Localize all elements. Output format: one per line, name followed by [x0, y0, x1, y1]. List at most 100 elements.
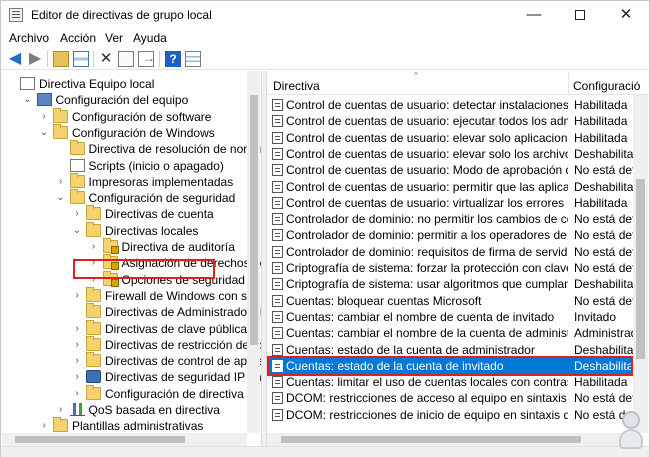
- table-row[interactable]: Control de cuentas de usuario: elevar so…: [267, 130, 635, 146]
- delete-icon[interactable]: ✕: [98, 51, 114, 67]
- policy-setting-icon: [272, 408, 283, 421]
- list-horizontal-thumb[interactable]: [281, 436, 581, 443]
- table-row[interactable]: Control de cuentas de usuario: virtualiz…: [267, 195, 635, 211]
- table-row[interactable]: Cuentas: limitar el uso de cuentas local…: [267, 374, 635, 390]
- policy-name: Control de cuentas de usuario: ejecutar …: [286, 114, 568, 129]
- tree-item-label: Directivas de Administrador de list: [105, 305, 261, 320]
- table-row[interactable]: DCOM: restricciones de inicio de equipo …: [267, 407, 636, 423]
- table-row[interactable]: Control de cuentas de usuario: detectar …: [267, 97, 635, 113]
- expand-chevron-icon[interactable]: ›: [39, 109, 49, 125]
- collapse-chevron-icon[interactable]: ⌄: [39, 125, 49, 141]
- table-row[interactable]: Cuentas: cambiar el nombre de cuenta de …: [267, 309, 635, 325]
- expand-chevron-icon[interactable]: ›: [72, 353, 82, 369]
- tree-item[interactable]: › Plantillas administrativas: [2, 417, 247, 433]
- policy-setting-icon: [272, 310, 283, 323]
- expand-chevron-icon[interactable]: ›: [89, 239, 99, 255]
- policy-setting-icon: [272, 245, 283, 258]
- collapse-chevron-icon[interactable]: ⌄: [56, 190, 66, 206]
- expand-chevron-icon[interactable]: ›: [72, 369, 82, 385]
- title-bar[interactable]: Editor de directivas de grupo local — ✕: [1, 1, 649, 30]
- menu-archivo[interactable]: Archivo: [9, 31, 49, 45]
- tree-item[interactable]: › Directivas de clave pública: [2, 319, 247, 337]
- table-row[interactable]: Cuentas: bloquear cuentas Microsoft No es…: [267, 293, 636, 309]
- table-row[interactable]: DCOM: restricciones de acceso al equipo …: [267, 390, 636, 406]
- back-icon[interactable]: ◀: [7, 51, 23, 67]
- maximize-button[interactable]: [557, 1, 603, 30]
- tree-item[interactable]: › Configuración de directiva de audi: [2, 384, 261, 402]
- expand-chevron-icon[interactable]: ›: [72, 386, 82, 402]
- table-row[interactable]: Control de cuentas de usuario: Modo de a…: [267, 162, 636, 178]
- up-folder-icon[interactable]: [53, 51, 69, 67]
- policy-name: Criptografía de sistema: usar algoritmos…: [286, 277, 568, 292]
- policy-setting-icon: [272, 392, 283, 405]
- tree-item[interactable]: › Directivas de control de aplicacion: [2, 352, 261, 369]
- tree-item[interactable]: Scripts (inicio o apagado): [2, 158, 247, 174]
- tree-item[interactable]: › Impresoras implementadas: [2, 172, 247, 190]
- sort-caret-icon: ^: [414, 71, 418, 80]
- expand-chevron-icon[interactable]: ›: [72, 321, 82, 337]
- tree-item[interactable]: › QoS basada en directiva: [2, 402, 247, 418]
- tree-item[interactable]: › Directivas de restricción de softwa: [2, 335, 261, 353]
- help-icon[interactable]: ?: [165, 51, 181, 67]
- expand-chevron-icon[interactable]: ›: [72, 288, 82, 304]
- column-header-directiva[interactable]: Directiva: [273, 79, 320, 93]
- close-button[interactable]: ✕: [603, 1, 649, 30]
- folder-icon: [86, 286, 101, 302]
- policy-setting-value: Habilitada: [574, 98, 628, 112]
- tree-item[interactable]: › Directivas de seguridad IP en Equip: [2, 369, 261, 385]
- chart-icon: [69, 403, 85, 416]
- tree-item[interactable]: Directiva de resolución de nombres: [2, 140, 261, 157]
- list-scrollbar-thumb[interactable]: [636, 179, 645, 359]
- table-row[interactable]: Cuentas: cambiar el nombre de la cuenta …: [267, 325, 636, 341]
- menu-ver[interactable]: Ver: [105, 31, 123, 45]
- collapse-chevron-icon[interactable]: ⌄: [23, 92, 33, 108]
- tree-scrollbar-thumb[interactable]: [250, 95, 258, 345]
- folder-icon: [86, 384, 101, 400]
- export-list-icon[interactable]: [138, 51, 155, 67]
- tree-item[interactable]: Directivas de Administrador de list: [2, 303, 261, 320]
- tree-item-label: QoS basada en directiva: [88, 403, 220, 417]
- tree-horizontal-thumb[interactable]: [15, 436, 185, 443]
- table-row[interactable]: Control de cuentas de usuario: ejecutar …: [267, 113, 635, 129]
- tree-item[interactable]: ⌄ Configuración de Windows: [2, 123, 247, 141]
- expand-chevron-icon[interactable]: ›: [72, 206, 82, 222]
- table-row[interactable]: Control de cuentas de usuario: permitir …: [267, 179, 636, 195]
- forward-icon[interactable]: ▶: [27, 51, 43, 67]
- table-row[interactable]: Controlador de dominio: permitir a los o…: [267, 227, 636, 243]
- properties-icon[interactable]: [118, 51, 134, 67]
- column-separator[interactable]: [568, 71, 569, 95]
- table-row[interactable]: Criptografía de sistema: forzar la prote…: [267, 260, 636, 276]
- policy-setting-icon: [272, 327, 283, 340]
- expand-chevron-icon[interactable]: ›: [56, 174, 66, 190]
- column-header-configuracion[interactable]: Configuració: [573, 79, 640, 93]
- menu-ayuda[interactable]: Ayuda: [133, 31, 167, 45]
- policy-setting-icon: [272, 164, 283, 177]
- table-row[interactable]: Control de cuentas de usuario: elevar so…: [267, 146, 636, 162]
- minimize-button[interactable]: —: [511, 1, 557, 30]
- tree-item[interactable]: › Directiva de auditoría: [2, 238, 247, 255]
- tree-item[interactable]: ⌄ Configuración del equipo: [2, 92, 247, 108]
- tree-item[interactable]: › Directivas de cuenta: [2, 205, 247, 222]
- toolbar-separator: [47, 51, 48, 67]
- policy-setting-value: No está defin: [574, 293, 636, 308]
- collapse-chevron-icon[interactable]: ⌄: [72, 223, 82, 239]
- table-row[interactable]: Controlador de dominio: requisitos de fi…: [267, 244, 636, 260]
- expand-chevron-icon[interactable]: ›: [56, 402, 66, 418]
- list-header: ^ Directiva Configuració: [267, 71, 649, 95]
- toolbar: ◀ ▶ ✕ ?: [1, 48, 649, 70]
- tree-item[interactable]: › Configuración de software: [2, 107, 247, 125]
- expand-chevron-icon[interactable]: ›: [72, 337, 82, 353]
- table-row[interactable]: Controlador de dominio: no permitir los …: [267, 211, 636, 227]
- expand-chevron-icon[interactable]: ›: [39, 418, 49, 433]
- policy-name: Controlador de dominio: permitir a los o…: [286, 228, 568, 243]
- policy-setting-icon: [272, 180, 283, 193]
- tree-item[interactable]: ⌄ Directivas locales: [2, 221, 247, 239]
- show-hide-tree-icon[interactable]: [73, 51, 89, 67]
- secure-folder-icon: [102, 238, 119, 254]
- tree-item[interactable]: › Firewall de Windows con segurida: [2, 286, 261, 304]
- filter-view-icon[interactable]: [185, 51, 201, 67]
- tree-item[interactable]: ⌄ Configuración de seguridad: [2, 189, 247, 206]
- tree-item[interactable]: Directiva Equipo local: [2, 76, 247, 92]
- table-row[interactable]: Criptografía de sistema: usar algoritmos…: [267, 276, 636, 292]
- menu-accion[interactable]: Acción: [60, 31, 96, 45]
